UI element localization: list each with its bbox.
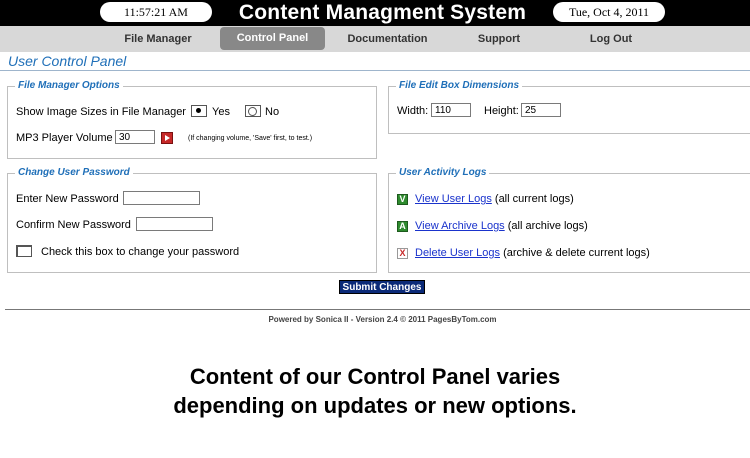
width-input[interactable]: [431, 103, 471, 117]
show-sizes-yes-radio[interactable]: [191, 105, 207, 117]
confirm-password-input[interactable]: [136, 217, 213, 231]
view-user-logs-row: View User Logs (all current logs): [415, 192, 574, 206]
new-password-label: Enter New Password: [16, 193, 119, 205]
nav-control-panel[interactable]: Control Panel: [220, 27, 325, 50]
change-password-checkbox[interactable]: [16, 245, 32, 257]
mp3-volume-note: (If changing volume, 'Save' first, to te…: [188, 135, 313, 142]
caption-line-2: depending on updates or new options.: [173, 393, 577, 418]
show-sizes-no-radio[interactable]: [245, 105, 261, 117]
activity-logs-panel: User Activity Logs V View User Logs (all…: [388, 166, 750, 273]
show-image-sizes-label: Show Image Sizes in File Manager: [16, 106, 186, 118]
height-input[interactable]: [521, 103, 561, 117]
top-header-bar: 11:57:21 AM Content Managment System Tue…: [0, 0, 750, 26]
confirm-password-label: Confirm New Password: [16, 219, 131, 231]
file-manager-options-panel: File Manager Options Show Image Sizes in…: [7, 79, 377, 159]
file-edit-box-panel: File Edit Box Dimensions Width: Height:: [388, 79, 750, 134]
height-label: Height:: [484, 105, 519, 117]
activity-logs-legend: User Activity Logs: [396, 166, 490, 180]
view-user-logs-note: (all current logs): [494, 193, 574, 205]
play-test-icon[interactable]: [161, 132, 173, 144]
nav-documentation[interactable]: Documentation: [336, 26, 439, 52]
change-password-legend: Change User Password: [15, 166, 133, 180]
caption-line-1: Content of our Control Panel varies: [189, 364, 561, 389]
file-edit-box-legend: File Edit Box Dimensions: [396, 79, 523, 93]
mp3-volume-label: MP3 Player Volume: [16, 132, 113, 144]
main-nav: File Manager Control Panel Documentation…: [0, 26, 750, 52]
view-logs-icon: V: [397, 194, 408, 205]
heading-divider: [0, 70, 750, 71]
footer-divider: [5, 309, 750, 310]
delete-user-logs-row: Delete User Logs (archive & delete curre…: [415, 246, 650, 260]
change-password-checkbox-label: Check this box to change your password: [41, 246, 240, 258]
no-label: No: [265, 106, 280, 118]
delete-user-logs-link[interactable]: Delete User Logs: [415, 247, 500, 259]
nav-file-manager[interactable]: File Manager: [107, 26, 209, 52]
delete-logs-icon: X: [397, 248, 408, 259]
footer-credits: Powered by Sonica II - Version 2.4 © 201…: [268, 315, 497, 324]
caption: Content of our Control Panel varies depe…: [0, 362, 750, 420]
view-user-logs-link[interactable]: View User Logs: [415, 193, 492, 205]
nav-support[interactable]: Support: [450, 26, 548, 52]
delete-user-logs-note: (archive & delete current logs): [503, 247, 650, 259]
view-archive-logs-note: (all archive logs): [507, 220, 588, 232]
new-password-input[interactable]: [123, 191, 200, 205]
yes-label: Yes: [212, 106, 230, 118]
file-manager-options-legend: File Manager Options: [15, 79, 123, 93]
change-password-panel: Change User Password Enter New Password …: [7, 166, 377, 273]
view-archive-logs-row: View Archive Logs (all archive logs): [415, 219, 588, 233]
date-display: Tue, Oct 4, 2011: [553, 2, 665, 22]
nav-log-out[interactable]: Log Out: [562, 26, 660, 52]
view-archive-logs-link[interactable]: View Archive Logs: [415, 220, 505, 232]
clock-display: 11:57:21 AM: [100, 2, 212, 22]
width-label: Width:: [397, 105, 429, 117]
site-title: Content Managment System: [238, 1, 527, 24]
archive-logs-icon: A: [397, 221, 408, 232]
page-title: User Control Panel: [8, 53, 127, 69]
submit-changes-button[interactable]: Submit Changes: [339, 280, 425, 294]
mp3-volume-input[interactable]: [115, 130, 155, 144]
